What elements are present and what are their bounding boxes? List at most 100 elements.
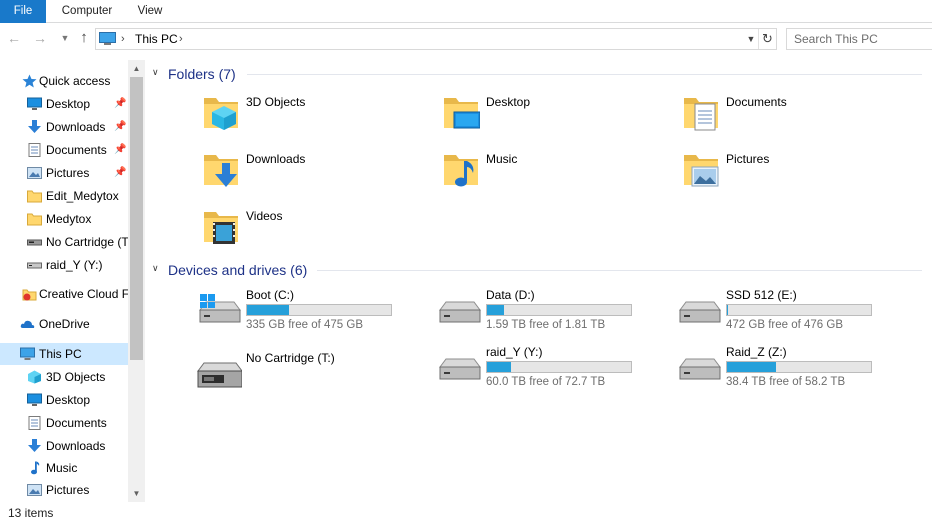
drive-icon [27, 262, 42, 269]
drive-name: No Cartridge (T:) [246, 351, 335, 365]
sidebar-item-onedrive[interactable]: OneDrive [0, 313, 128, 335]
folder-icon [27, 213, 42, 226]
sidebar-item-raid-y[interactable]: raid_Y (Y:) [0, 254, 128, 276]
sidebar-scrollbar[interactable]: ▲ ▼ [128, 60, 145, 502]
drive-item[interactable]: Data (D:) 1.59 TB free of 1.81 TB [436, 288, 676, 338]
sidebar-item-music[interactable]: Music [0, 457, 128, 479]
recent-locations-chevron-icon[interactable]: ▼ [57, 30, 73, 46]
sidebar-item-label: Documents [46, 143, 107, 157]
sidebar-item-label: Music [46, 461, 78, 475]
drive-icon [676, 292, 722, 332]
cartridge-drive-icon [197, 362, 242, 388]
sidebar-item-label: Creative Cloud Fil [39, 287, 128, 301]
folder-documents[interactable]: Documents [682, 92, 902, 140]
folder-pictures[interactable]: Pictures [682, 149, 902, 197]
refresh-icon[interactable]: ↻ [758, 29, 776, 49]
scroll-thumb[interactable] [130, 77, 143, 360]
drive-item[interactable]: raid_Y (Y:) 60.0 TB free of 72.7 TB [436, 345, 676, 395]
tab-computer[interactable]: Computer [52, 0, 122, 23]
sidebar-item-pictures[interactable]: Pictures 📌 [0, 162, 128, 184]
sidebar-item-label: 3D Objects [46, 370, 106, 384]
sidebar-item-label: OneDrive [39, 317, 90, 331]
scroll-down-icon[interactable]: ▼ [128, 485, 145, 502]
sidebar-item-label: raid_Y (Y:) [46, 258, 103, 272]
sidebar-item-desktop-2[interactable]: Desktop [0, 389, 128, 411]
pin-icon[interactable]: 📌 [114, 116, 126, 138]
star-icon [22, 74, 37, 88]
sidebar-item-label: Downloads [46, 120, 106, 134]
capacity-bar-fill [727, 362, 776, 372]
address-bar[interactable]: › This PC › ▼ ↻ [95, 28, 777, 50]
drive-item[interactable]: No Cartridge (T:) [196, 351, 436, 401]
back-arrow-icon[interactable]: ← [6, 30, 22, 46]
capacity-bar [726, 361, 872, 373]
sidebar-item-label: Desktop [46, 97, 91, 111]
folder-desktop[interactable]: Desktop [442, 92, 662, 140]
sidebar-item-this-pc[interactable]: This PC [0, 343, 128, 365]
address-dropdown-icon[interactable]: ▼ [744, 29, 758, 49]
sidebar-item-documents[interactable]: Documents 📌 [0, 139, 128, 161]
search-input[interactable]: Search This PC [786, 28, 932, 50]
drive-item[interactable]: SSD 512 (E:) 472 GB free of 476 GB [676, 288, 916, 338]
sidebar-item-creative-cloud[interactable]: Creative Cloud Fil [0, 283, 128, 305]
drive-name: Data (D:) [486, 288, 535, 302]
documents-icon [28, 416, 41, 430]
pictures-icon [27, 484, 42, 496]
sidebar-item-downloads-2[interactable]: Downloads [0, 435, 128, 457]
drive-name: SSD 512 (E:) [726, 288, 797, 302]
sidebar-item-medytox[interactable]: Medytox [0, 208, 128, 230]
videos-folder-icon [202, 206, 240, 244]
up-arrow-icon[interactable]: ↑ [76, 30, 92, 46]
capacity-bar-fill [247, 305, 289, 315]
pin-icon[interactable]: 📌 [114, 162, 126, 184]
downloads-icon [28, 439, 41, 452]
folder-3d-objects[interactable]: 3D Objects [202, 92, 422, 140]
downloads-icon [28, 120, 41, 133]
folder-videos[interactable]: Videos [202, 206, 422, 254]
sidebar-item-quick-access[interactable]: Quick access [0, 70, 128, 92]
group-header-devices[interactable]: ∨ Devices and drives (6) [152, 260, 922, 280]
drive-icon [436, 349, 482, 389]
item-count: 13 items [8, 506, 54, 520]
forward-arrow-icon[interactable]: → [32, 30, 48, 46]
capacity-bar [246, 304, 392, 316]
chevron-down-icon[interactable]: ∨ [152, 263, 159, 274]
sidebar-item-edit-medytox[interactable]: Edit_Medytox [0, 185, 128, 207]
pin-icon[interactable]: 📌 [114, 139, 126, 161]
folder-label: Videos [246, 209, 283, 223]
folder-label: Music [486, 152, 518, 166]
folder-label: Documents [726, 95, 787, 109]
drive-name: Boot (C:) [246, 288, 295, 302]
group-title: Devices and drives (6) [168, 262, 308, 278]
sidebar-item-label: Pictures [46, 483, 90, 497]
drive-item[interactable]: Boot (C:) 335 GB free of 475 GB [196, 288, 436, 338]
drive-item[interactable]: Raid_Z (Z:) 38.4 TB free of 58.2 TB [676, 345, 916, 395]
breadcrumb-chevron-icon[interactable]: › [179, 30, 183, 48]
tab-view[interactable]: View [128, 0, 172, 23]
group-header-folders[interactable]: ∨ Folders (7) [152, 64, 922, 84]
breadcrumb-this-pc[interactable]: This PC [135, 29, 178, 49]
chevron-down-icon[interactable]: ∨ [152, 67, 159, 78]
address-row: ← → ▼ ↑ › This PC › ▼ ↻ Search This PC [0, 24, 932, 53]
folder-music[interactable]: Music [442, 149, 662, 197]
sidebar-item-no-cartridge[interactable]: No Cartridge (T:) [0, 231, 128, 253]
sidebar-item-desktop[interactable]: Desktop 📌 [0, 93, 128, 115]
tab-file[interactable]: File [0, 0, 46, 23]
scroll-up-icon[interactable]: ▲ [128, 60, 145, 77]
drive-name: Raid_Z (Z:) [726, 345, 787, 359]
sidebar-item-label: Medytox [46, 212, 92, 226]
sidebar-item-3d-objects[interactable]: 3D Objects [0, 366, 128, 388]
pictures-folder-icon [682, 149, 719, 187]
pin-icon[interactable]: 📌 [114, 93, 126, 115]
breadcrumb-chevron-icon[interactable]: › [121, 30, 125, 48]
folder-downloads[interactable]: Downloads [202, 149, 422, 197]
search-placeholder: Search This PC [794, 32, 878, 46]
sidebar-item-documents-2[interactable]: Documents [0, 412, 128, 434]
folder-label: Desktop [486, 95, 531, 109]
ribbon: File Computer View [0, 0, 932, 23]
group-title: Folders (7) [168, 66, 236, 82]
drive-icon [436, 292, 482, 332]
sidebar-item-pictures-2[interactable]: Pictures [0, 479, 128, 501]
desktop-folder-icon [442, 92, 480, 129]
sidebar-item-downloads[interactable]: Downloads 📌 [0, 116, 128, 138]
